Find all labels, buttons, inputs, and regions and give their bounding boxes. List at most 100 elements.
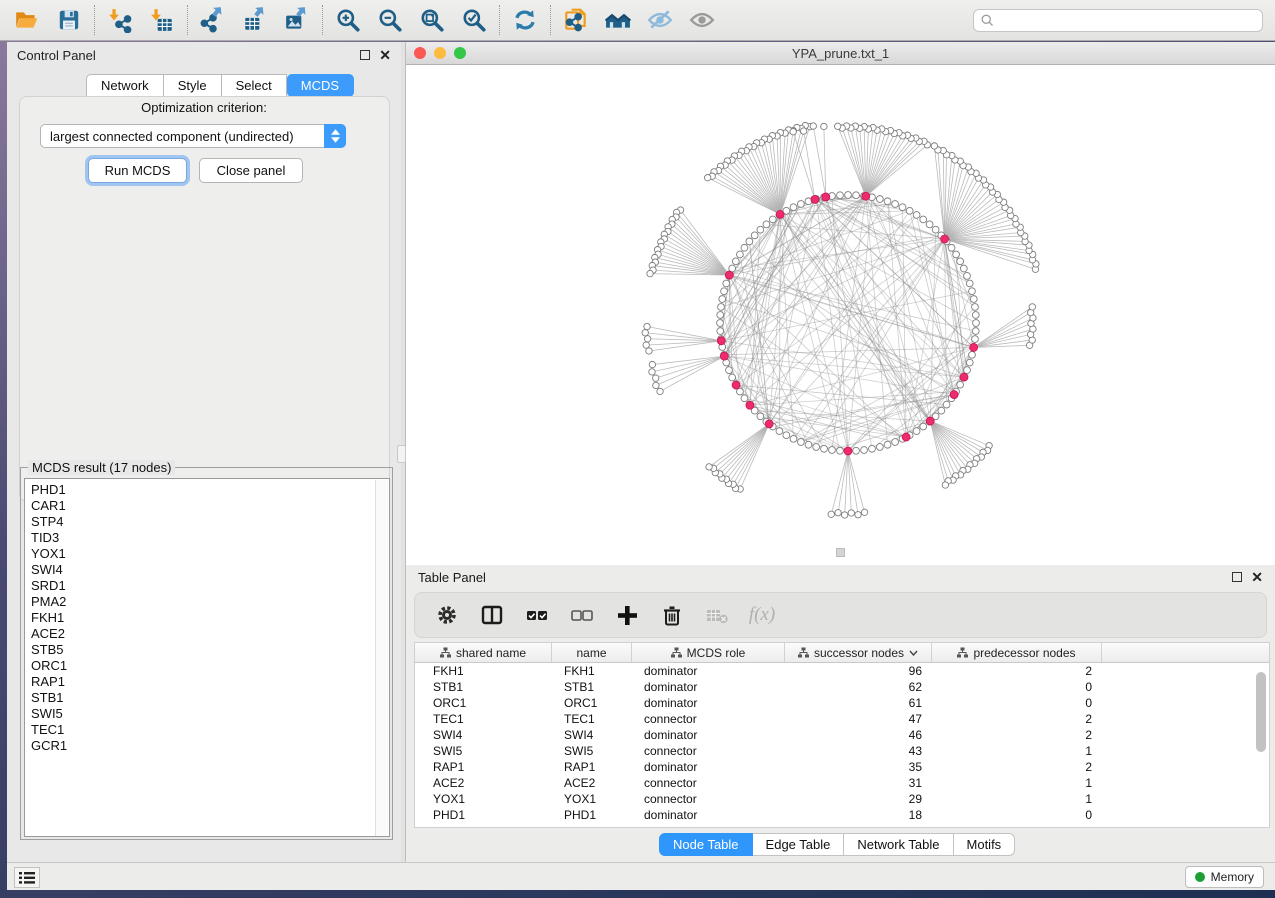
graph-node[interactable]	[797, 439, 804, 446]
hide-selected-button[interactable]	[639, 3, 681, 37]
run-mcds-button[interactable]: Run MCDS	[88, 158, 187, 183]
mcds-result-item[interactable]: ORC1	[31, 658, 389, 674]
graph-node[interactable]	[822, 193, 830, 201]
import-table-button[interactable]	[141, 3, 183, 37]
graph-node[interactable]	[769, 216, 776, 223]
graph-node[interactable]	[932, 226, 939, 233]
graph-node[interactable]	[969, 288, 976, 295]
import-network-button[interactable]	[99, 3, 141, 37]
table-row[interactable]: SWI5SWI5connector431	[415, 743, 1269, 759]
graph-node[interactable]	[835, 510, 841, 516]
graph-node[interactable]	[719, 296, 726, 303]
network-canvas[interactable]	[406, 65, 1275, 565]
mcds-result-item[interactable]: STB1	[31, 690, 389, 706]
graph-node[interactable]	[1029, 304, 1035, 310]
graph-node[interactable]	[776, 428, 783, 435]
graph-node[interactable]	[725, 271, 733, 279]
graph-node[interactable]	[926, 221, 933, 228]
graph-node[interactable]	[653, 375, 659, 381]
graph-node[interactable]	[732, 381, 740, 389]
graph-node[interactable]	[855, 512, 861, 518]
zoom-out-button[interactable]	[369, 3, 411, 37]
graph-node[interactable]	[966, 280, 973, 287]
graph-node[interactable]	[834, 123, 840, 129]
tab-edge-table[interactable]: Edge Table	[753, 833, 845, 856]
graph-node[interactable]	[892, 439, 899, 446]
graph-node[interactable]	[642, 330, 648, 336]
panel-list-button[interactable]	[14, 867, 40, 888]
graph-node[interactable]	[649, 369, 655, 375]
table-row[interactable]: PHD1PHD1dominator180	[415, 807, 1269, 823]
tab-network[interactable]: Network	[86, 74, 164, 97]
mcds-result-item[interactable]: PMA2	[31, 594, 389, 610]
graph-node[interactable]	[821, 123, 827, 129]
memory-button[interactable]: Memory	[1185, 866, 1264, 888]
graph-node[interactable]	[741, 395, 748, 402]
mcds-result-item[interactable]: STP4	[31, 514, 389, 530]
graph-node[interactable]	[920, 216, 927, 223]
mcds-result-item[interactable]: SWI4	[31, 562, 389, 578]
select-all-checks-button[interactable]	[523, 601, 551, 629]
graph-node[interactable]	[790, 435, 797, 442]
graph-node[interactable]	[717, 328, 724, 335]
zoom-selected-button[interactable]	[453, 3, 495, 37]
graph-node[interactable]	[913, 212, 920, 219]
zoom-in-button[interactable]	[327, 3, 369, 37]
graph-node[interactable]	[938, 407, 945, 414]
graph-node[interactable]	[942, 482, 948, 488]
graph-node[interactable]	[931, 143, 937, 149]
graph-node[interactable]	[657, 388, 663, 394]
graph-node[interactable]	[821, 445, 828, 452]
graph-node[interactable]	[848, 510, 854, 516]
table-row[interactable]: ACE2ACE2connector311	[415, 775, 1269, 791]
graph-node[interactable]	[892, 201, 899, 208]
graph-node[interactable]	[960, 265, 967, 272]
graph-node[interactable]	[853, 192, 860, 199]
graph-node[interactable]	[920, 423, 927, 430]
graph-node[interactable]	[964, 367, 971, 374]
column-header-predecessor-nodes[interactable]: predecessor nodes	[932, 643, 1102, 662]
column-header-name[interactable]: name	[552, 643, 632, 662]
tab-network-table[interactable]: Network Table	[844, 833, 953, 856]
graph-node[interactable]	[813, 444, 820, 451]
column-header-successor-nodes[interactable]: successor nodes	[785, 643, 932, 662]
split-columns-button[interactable]	[478, 601, 506, 629]
graph-node[interactable]	[972, 312, 979, 319]
graph-node[interactable]	[746, 401, 754, 409]
graph-node[interactable]	[950, 391, 958, 399]
graph-node[interactable]	[643, 342, 649, 348]
graph-node[interactable]	[973, 320, 980, 327]
graph-node[interactable]	[913, 428, 920, 435]
table-scrollbar[interactable]	[1256, 667, 1267, 825]
close-table-panel-icon[interactable]: ✕	[1251, 572, 1263, 582]
graph-node[interactable]	[720, 352, 728, 360]
graph-node[interactable]	[906, 207, 913, 214]
search-field[interactable]	[973, 9, 1263, 32]
gear-button[interactable]	[433, 601, 461, 629]
duplicate-network-button[interactable]	[555, 3, 597, 37]
graph-node[interactable]	[653, 382, 659, 388]
network-window-titlebar[interactable]: YPA_prune.txt_1	[406, 42, 1275, 65]
graph-node[interactable]	[800, 128, 806, 134]
graph-node[interactable]	[763, 221, 770, 228]
graph-node[interactable]	[972, 336, 979, 343]
graph-node[interactable]	[718, 304, 725, 311]
table-row[interactable]: YOX1YOX1connector291	[415, 791, 1269, 807]
mcds-result-item[interactable]: SWI5	[31, 706, 389, 722]
graph-node[interactable]	[853, 447, 860, 454]
graph-node[interactable]	[972, 304, 979, 311]
graph-node[interactable]	[957, 381, 964, 388]
graph-node[interactable]	[970, 296, 977, 303]
graph-node[interactable]	[837, 192, 844, 199]
graph-node[interactable]	[845, 192, 852, 199]
mcds-result-item[interactable]: TEC1	[31, 722, 389, 738]
graph-node[interactable]	[943, 401, 950, 408]
table-row[interactable]: RAP1RAP1dominator352	[415, 759, 1269, 775]
optimization-criterion-dropdown[interactable]: largest connected component (undirected)	[40, 124, 346, 148]
table-row[interactable]: SWI4SWI4dominator462	[415, 727, 1269, 743]
network-graph[interactable]	[406, 65, 1275, 565]
graph-node[interactable]	[829, 447, 836, 454]
graph-node[interactable]	[757, 413, 764, 420]
graph-node[interactable]	[837, 447, 844, 454]
graph-node[interactable]	[970, 343, 978, 351]
